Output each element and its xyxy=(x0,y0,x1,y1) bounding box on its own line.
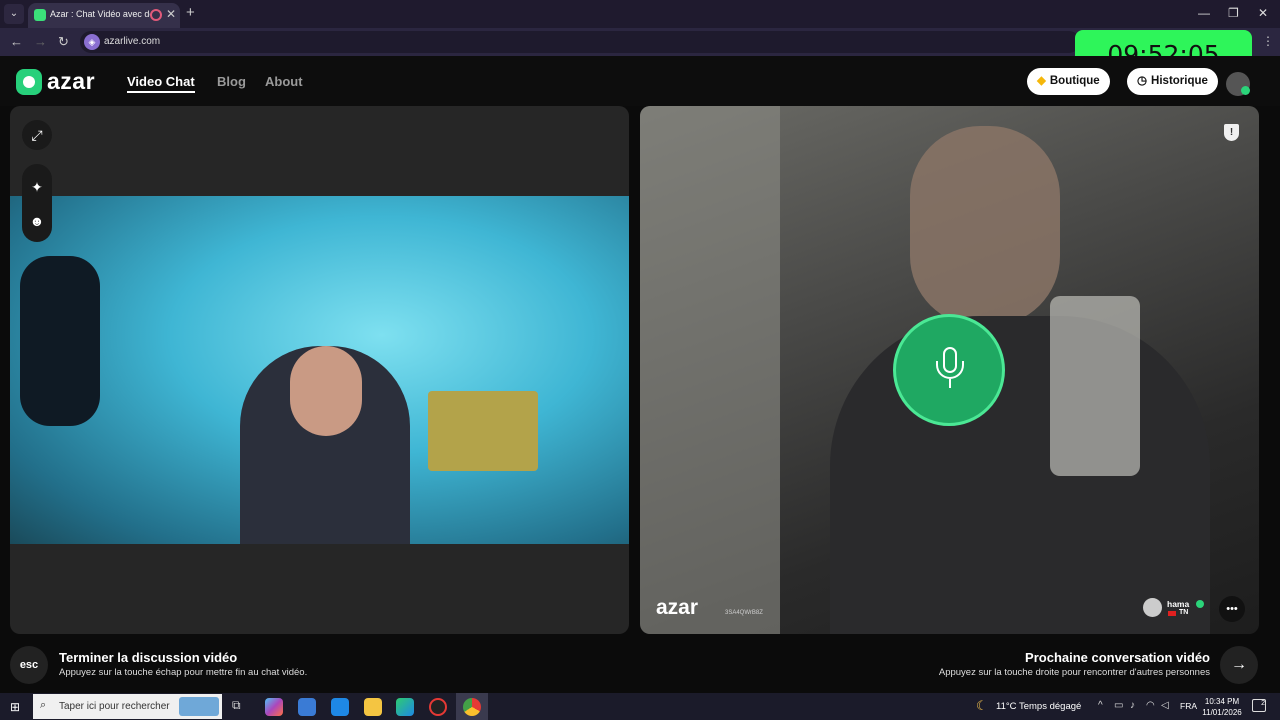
forward-arrow-icon[interactable]: → xyxy=(34,34,47,49)
watermark-id: 3SA4QWrB8Z xyxy=(725,610,763,616)
esc-button[interactable]: esc xyxy=(10,646,48,684)
next-chat-button[interactable]: → xyxy=(1220,646,1258,684)
taskbar-date: 11/01/2026 xyxy=(1202,708,1242,717)
partner-video-panel: ! azar 3SA4QWrB8Z hama TN ••• xyxy=(640,106,1259,634)
volume-icon[interactable]: ◁ xyxy=(1161,700,1169,711)
nav-video-chat[interactable]: Video Chat xyxy=(127,74,195,93)
boutique-label: Boutique xyxy=(1049,75,1100,87)
new-tab-button[interactable]: + xyxy=(186,4,195,21)
partner-wall xyxy=(640,106,780,634)
weather-text[interactable]: 11°C Temps dégagé xyxy=(996,701,1081,712)
task-view-icon[interactable]: ⧉ xyxy=(232,698,250,716)
search-highlight-image xyxy=(179,697,219,716)
camera-head xyxy=(290,346,362,436)
back-arrow-icon[interactable]: ← xyxy=(10,34,23,49)
site-info-icon[interactable]: ◈ xyxy=(84,34,100,50)
file-explorer-icon[interactable] xyxy=(364,698,382,716)
face-filter-icon[interactable]: ☻ xyxy=(22,206,52,236)
minimize-button[interactable]: — xyxy=(1198,6,1210,20)
self-video-panel xyxy=(10,106,629,634)
more-menu-icon[interactable]: ⋮ xyxy=(1262,34,1274,48)
nav-about[interactable]: About xyxy=(265,74,303,89)
history-icon: ◷ xyxy=(1137,75,1148,87)
historique-label: Historique xyxy=(1151,75,1208,87)
search-icon: ⌕ xyxy=(40,699,47,711)
partner-head xyxy=(910,126,1060,326)
azar-watermark-logo: azar xyxy=(656,596,699,619)
end-chat-title: Terminer la discussion vidéo xyxy=(59,650,238,665)
effects-toolbar: ✦ ☻ xyxy=(22,164,52,242)
taskbar-search-placeholder: Taper ici pour rechercher xyxy=(59,701,170,712)
partner-name: hama xyxy=(1167,599,1190,609)
edge-icon[interactable] xyxy=(396,698,414,716)
language-indicator[interactable]: FRA xyxy=(1180,701,1197,711)
store-icon[interactable] xyxy=(298,698,316,716)
next-chat-hint: Appuyez sur la touche droite pour rencon… xyxy=(938,667,1210,678)
mic-cup xyxy=(936,361,964,379)
recording-icon xyxy=(150,9,162,21)
mail-icon[interactable] xyxy=(331,698,349,716)
site-header: azar Video Chat Blog About ◆ Boutique ◷ Hi… xyxy=(0,56,1280,106)
taskbar-clock[interactable]: 10:34 PM 11/01/2026 xyxy=(1202,696,1242,718)
partner-country: TN xyxy=(1179,609,1189,616)
boutique-button[interactable]: ◆ Boutique xyxy=(1027,68,1110,95)
historique-button[interactable]: ◷ Historique xyxy=(1127,68,1218,95)
partner-phone xyxy=(1050,296,1140,476)
network-icon[interactable]: ▭ xyxy=(1114,700,1123,711)
mic-stem xyxy=(949,379,951,388)
tray-expand-icon[interactable]: ^ xyxy=(1098,700,1103,711)
next-chat-title: Prochaine conversation vidéo xyxy=(1025,650,1210,665)
azar-logo-icon[interactable] xyxy=(16,69,42,95)
windows-start-icon[interactable]: ⊞ xyxy=(10,700,20,714)
close-tab-icon[interactable]: ✕ xyxy=(166,7,176,21)
gem-icon: ◆ xyxy=(1037,75,1046,87)
tab-title: Azar : Chat Vidéo avec de xyxy=(50,9,150,19)
tab-search-icon[interactable]: ⌄ xyxy=(4,4,24,24)
camera-coat xyxy=(20,256,100,426)
azar-logo-text[interactable]: azar xyxy=(47,68,95,95)
chat-bubble-icon[interactable]: ••• xyxy=(1219,596,1245,622)
microphone-button[interactable] xyxy=(893,314,1005,426)
close-window-button[interactable]: ✕ xyxy=(1258,6,1268,20)
self-camera-feed xyxy=(10,196,629,544)
tunisia-flag-icon xyxy=(1168,611,1176,616)
copilot-icon[interactable] xyxy=(265,698,283,716)
maximize-button[interactable]: ❐ xyxy=(1228,6,1239,20)
camera-shelf xyxy=(428,391,538,471)
notification-icon[interactable]: 2 xyxy=(1252,699,1266,712)
url-field[interactable]: ◈ azarlive.com xyxy=(80,31,1080,53)
windows-taskbar: ⊞ ⌕ Taper ici pour rechercher ⧉ ☾ 11°C T… xyxy=(0,693,1280,720)
taskbar-search-input[interactable]: ⌕ Taper ici pour rechercher xyxy=(33,694,222,719)
wifi-icon[interactable]: ◠ xyxy=(1146,700,1155,711)
azar-favicon-icon xyxy=(34,9,46,21)
expand-icon[interactable]: ⤢ xyxy=(22,120,52,150)
taskbar-time: 10:34 PM xyxy=(1204,697,1240,706)
url-text: azarlive.com xyxy=(104,36,161,47)
chrome-icon[interactable] xyxy=(463,698,481,716)
microphone-tray-icon[interactable]: ♪ xyxy=(1130,700,1135,711)
browser-tab[interactable]: Azar : Chat Vidéo avec de ✕ xyxy=(28,3,180,28)
browser-tabbar: ⌄ Azar : Chat Vidéo avec de ✕ + — ❐ ✕ xyxy=(0,0,1280,28)
recorder-icon[interactable] xyxy=(429,698,447,716)
partner-body xyxy=(830,316,1210,634)
nav-blog[interactable]: Blog xyxy=(217,74,246,89)
sparkle-effects-icon[interactable]: ✦ xyxy=(22,172,52,202)
reload-icon[interactable]: ↻ xyxy=(58,34,69,50)
partner-avatar[interactable] xyxy=(1143,598,1162,617)
verified-badge-icon xyxy=(1196,600,1204,608)
report-shield-icon[interactable]: ! xyxy=(1224,124,1239,141)
end-chat-hint: Appuyez sur la touche échap pour mettre … xyxy=(59,667,308,678)
moon-weather-icon[interactable]: ☾ xyxy=(976,698,988,714)
user-avatar[interactable] xyxy=(1226,72,1250,96)
